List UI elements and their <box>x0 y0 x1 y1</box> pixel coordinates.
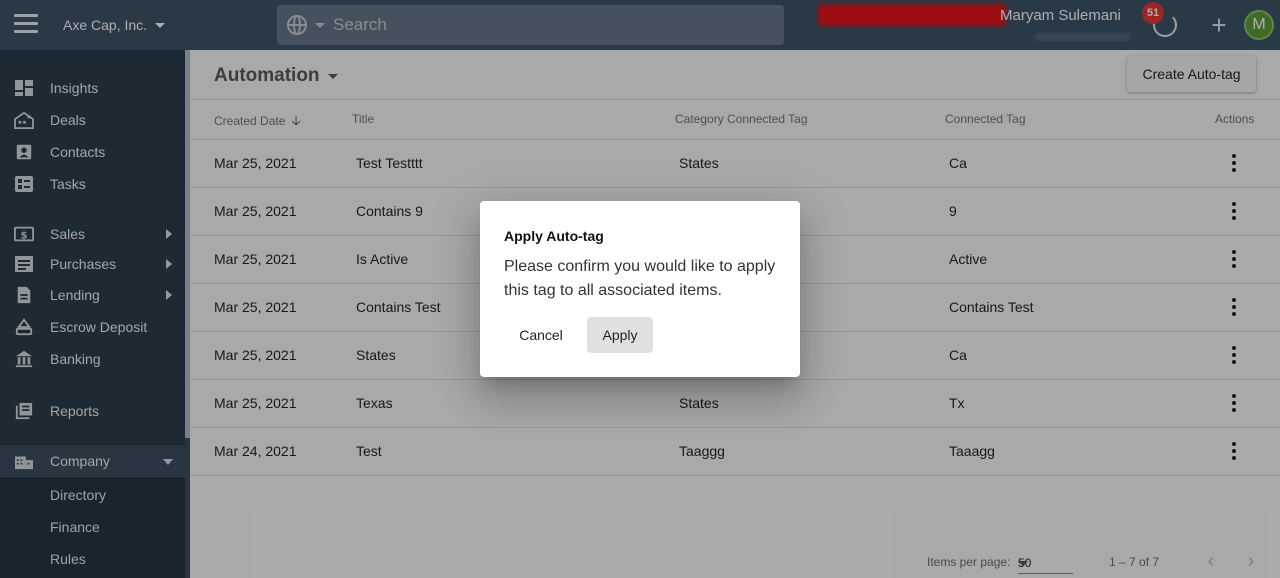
dialog-title: Apply Auto-tag <box>504 228 604 244</box>
dialog-message: Please confirm you would like to apply t… <box>504 258 776 299</box>
apply-auto-tag-dialog: Apply Auto-tag Please confirm you would … <box>480 201 800 377</box>
cancel-button[interactable]: Cancel <box>504 317 578 353</box>
apply-button[interactable]: Apply <box>587 317 653 353</box>
